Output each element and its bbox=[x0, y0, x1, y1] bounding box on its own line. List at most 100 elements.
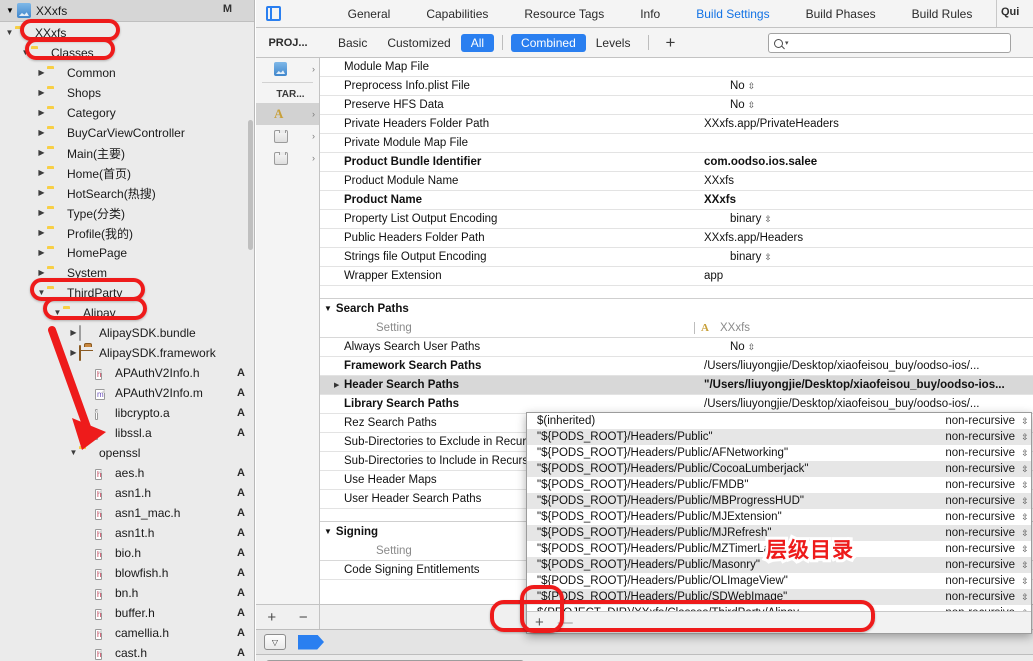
stepper-icon[interactable]: ⇳ bbox=[1019, 416, 1031, 427]
navigator-item[interactable]: ▼ Alipay bbox=[0, 303, 254, 323]
target-item-xxxfs[interactable]: › bbox=[256, 103, 319, 125]
setting-value[interactable]: /Users/liuyongjie/Desktop/xiaofeisou_buy… bbox=[700, 360, 1033, 372]
search-path-row[interactable]: "${PODS_ROOT}/Headers/Public/FMDB" non-re… bbox=[527, 477, 1031, 493]
stepper-icon[interactable]: ⇳ bbox=[764, 214, 772, 224]
search-path-row[interactable]: "${PODS_ROOT}/Headers/Public/MJRefresh" n… bbox=[527, 525, 1031, 541]
search-path-row[interactable]: "${PODS_ROOT}/Headers/Public/MZTimerLabe… bbox=[527, 541, 1031, 557]
build-settings-tabs[interactable]: General Capabilities Resource Tags Info Buil… bbox=[287, 7, 1033, 21]
navigator-item[interactable]: h bio.h A bbox=[0, 543, 254, 563]
target-item-tests[interactable]: › bbox=[256, 125, 319, 147]
setting-value[interactable]: "/Users/liuyongjie/Desktop/xiaofeisou_bu… bbox=[700, 379, 1033, 391]
navigator-item[interactable]: ▼ ThirdParty bbox=[0, 283, 254, 303]
search-path-row[interactable]: "${PODS_ROOT}/Headers/Public/OLImageView… bbox=[527, 573, 1031, 589]
navigator-item[interactable]: ▶ Shops bbox=[0, 83, 254, 103]
navigator-item[interactable]: m APAuthV2Info.m A bbox=[0, 383, 254, 403]
tab-resource-tags[interactable]: Resource Tags bbox=[506, 7, 622, 21]
navigator-item[interactable]: ▶ HomePage bbox=[0, 243, 254, 263]
search-path-row[interactable]: "${PODS_ROOT}/Headers/Public/Masonry" non… bbox=[527, 557, 1031, 573]
tab-build-phases[interactable]: Build Phases bbox=[788, 7, 894, 21]
packaging-settings-rows[interactable]: Module Map File Preprocess Info.plist Fil… bbox=[320, 58, 1033, 286]
stepper-icon[interactable]: ⇳ bbox=[1019, 512, 1031, 523]
tab-capabilities[interactable]: Capabilities bbox=[408, 7, 506, 21]
disclosure-triangle-icon[interactable]: ▶ bbox=[36, 109, 47, 117]
setting-row[interactable]: Product Name XXxfs bbox=[320, 191, 1033, 210]
stepper-icon[interactable]: ⇳ bbox=[1019, 464, 1031, 475]
navigator-item[interactable]: ▶ Category bbox=[0, 103, 254, 123]
setting-row[interactable]: Module Map File bbox=[320, 58, 1033, 77]
search-path-row[interactable]: $(inherited) non-recursive ⇳ bbox=[527, 413, 1031, 429]
setting-value[interactable]: XXxfs bbox=[700, 194, 1033, 206]
disclosure-triangle-icon[interactable]: ▶ bbox=[36, 69, 47, 77]
disclosure-triangle-icon[interactable]: ▶ bbox=[36, 169, 47, 177]
disclosure-triangle-icon[interactable]: ▶ bbox=[36, 189, 47, 197]
stepper-icon[interactable]: ⇳ bbox=[764, 252, 772, 262]
build-settings-filter-bar[interactable]: PROJ... Basic Customized All Combined Levels… bbox=[256, 28, 1033, 58]
setting-value[interactable]: binary ⇳ bbox=[700, 251, 1033, 263]
stepper-icon[interactable]: ⇳ bbox=[1019, 480, 1031, 491]
editor-tab-bar[interactable]: General Capabilities Resource Tags Info Buil… bbox=[256, 0, 1033, 28]
setting-row[interactable]: Preprocess Info.plist File No ⇳ bbox=[320, 77, 1033, 96]
navigator-item[interactable]: h asn1_mac.h A bbox=[0, 503, 254, 523]
add-path-button[interactable]: + bbox=[535, 614, 544, 631]
console-filter-bar[interactable]: ▾ fenlei bbox=[256, 655, 1033, 661]
add-remove-target-buttons[interactable]: + − bbox=[256, 605, 320, 629]
chevron-down-icon[interactable]: ▼ bbox=[324, 527, 332, 536]
setting-row[interactable]: Property List Output Encoding binary ⇳ bbox=[320, 210, 1033, 229]
navigator-item[interactable]: ▶ AlipaySDK.framework bbox=[0, 343, 254, 363]
navigator-item[interactable]: h blowfish.h A bbox=[0, 563, 254, 583]
tab-info[interactable]: Info bbox=[622, 7, 678, 21]
popover-footer[interactable]: + — bbox=[527, 611, 1031, 633]
disclosure-triangle-icon[interactable]: ▶ bbox=[36, 149, 47, 157]
navigator-item[interactable]: ▼ openssl bbox=[0, 443, 254, 463]
filter-segmented-control[interactable]: Basic Customized All Combined Levels + bbox=[328, 33, 683, 52]
stepper-icon[interactable]: ⇳ bbox=[748, 342, 756, 352]
stepper-icon[interactable]: ⇳ bbox=[1019, 528, 1031, 539]
navigator-item[interactable]: ▼ XXxfs bbox=[0, 23, 254, 43]
navigator-item[interactable]: ▶ Main(主要) bbox=[0, 143, 254, 163]
navigator-item[interactable]: libcrypto.a A bbox=[0, 403, 254, 423]
stepper-icon[interactable]: ⇳ bbox=[1019, 544, 1031, 555]
setting-row[interactable]: Framework Search Paths/Users/liuyongjie/… bbox=[320, 357, 1033, 376]
remove-path-button[interactable]: — bbox=[558, 614, 573, 631]
stepper-icon[interactable]: ⇳ bbox=[1019, 448, 1031, 459]
add-target-button[interactable]: + bbox=[267, 609, 276, 626]
navigator-item[interactable]: h APAuthV2Info.h A bbox=[0, 363, 254, 383]
setting-row[interactable]: Strings file Output Encoding binary ⇳ bbox=[320, 248, 1033, 267]
tab-build-settings[interactable]: Build Settings bbox=[678, 7, 787, 21]
setting-row[interactable]: Public Headers Folder Path XXxfs.app/Head… bbox=[320, 229, 1033, 248]
disclosure-triangle-icon[interactable]: ▶ bbox=[36, 209, 47, 217]
disclosure-triangle-icon[interactable]: ▼ bbox=[4, 29, 15, 37]
disclosure-triangle-icon[interactable]: ▶ bbox=[68, 349, 79, 357]
setting-value[interactable]: com.oodso.ios.salee bbox=[700, 156, 1033, 168]
navigator-file-list[interactable]: ▼ XXxfs ▼ Classes ▶ Common ▶ Shops ▶ Category ▶ Buy… bbox=[0, 22, 254, 661]
header-search-paths-popover[interactable]: $(inherited) non-recursive ⇳ "${PODS_ROOT}/… bbox=[526, 412, 1032, 634]
search-path-row[interactable]: "${PODS_ROOT}/Headers/Public/CocoaLumber… bbox=[527, 461, 1031, 477]
navigator-item[interactable]: libssl.a A bbox=[0, 423, 254, 443]
setting-value[interactable]: No ⇳ bbox=[700, 80, 1033, 92]
breakpoint-flag-icon[interactable] bbox=[298, 634, 324, 650]
search-path-row[interactable]: "${PODS_ROOT}/Headers/Public/AFNetworkin… bbox=[527, 445, 1031, 461]
navigator-item[interactable]: ▶ BuyCarViewController bbox=[0, 123, 254, 143]
disclosure-triangle-icon[interactable]: ▼ bbox=[36, 289, 47, 297]
navigator-item[interactable]: h aes.h A bbox=[0, 463, 254, 483]
disclosure-triangle-icon[interactable]: ▼ bbox=[52, 309, 63, 317]
stepper-icon[interactable]: ⇳ bbox=[1019, 432, 1031, 443]
navigator-item[interactable]: h buffer.h A bbox=[0, 603, 254, 623]
filter-combined[interactable]: Combined bbox=[511, 33, 586, 52]
setting-row[interactable]: Preserve HFS Data No ⇳ bbox=[320, 96, 1033, 115]
search-path-row[interactable]: "${PODS_ROOT}/Headers/Public/SDWebImage"… bbox=[527, 589, 1031, 605]
setting-row[interactable]: Private Headers Folder Path XXxfs.app/Pri… bbox=[320, 115, 1033, 134]
search-path-row[interactable]: "${PODS_ROOT}/Headers/Public/MBProgressH… bbox=[527, 493, 1031, 509]
project-targets-column[interactable]: › TAR... › › › bbox=[256, 58, 320, 604]
navigator-item[interactable]: ▶ Type(分类) bbox=[0, 203, 254, 223]
disclosure-triangle-icon[interactable]: ▶ bbox=[36, 229, 47, 237]
setting-value[interactable]: XXxfs.app/PrivateHeaders bbox=[700, 118, 1033, 130]
filter-levels[interactable]: Levels bbox=[586, 34, 641, 52]
stepper-icon[interactable]: ⇳ bbox=[1019, 496, 1031, 507]
disclosure-triangle-icon[interactable]: ▶ bbox=[36, 129, 47, 137]
navigator-item[interactable]: h asn1.h A bbox=[0, 483, 254, 503]
disclosure-triangle-icon[interactable]: ▶ bbox=[36, 249, 47, 257]
project-list-item[interactable]: › bbox=[256, 58, 319, 80]
stepper-icon[interactable]: ⇳ bbox=[1019, 576, 1031, 587]
navigator-item[interactable]: h bn.h A bbox=[0, 583, 254, 603]
